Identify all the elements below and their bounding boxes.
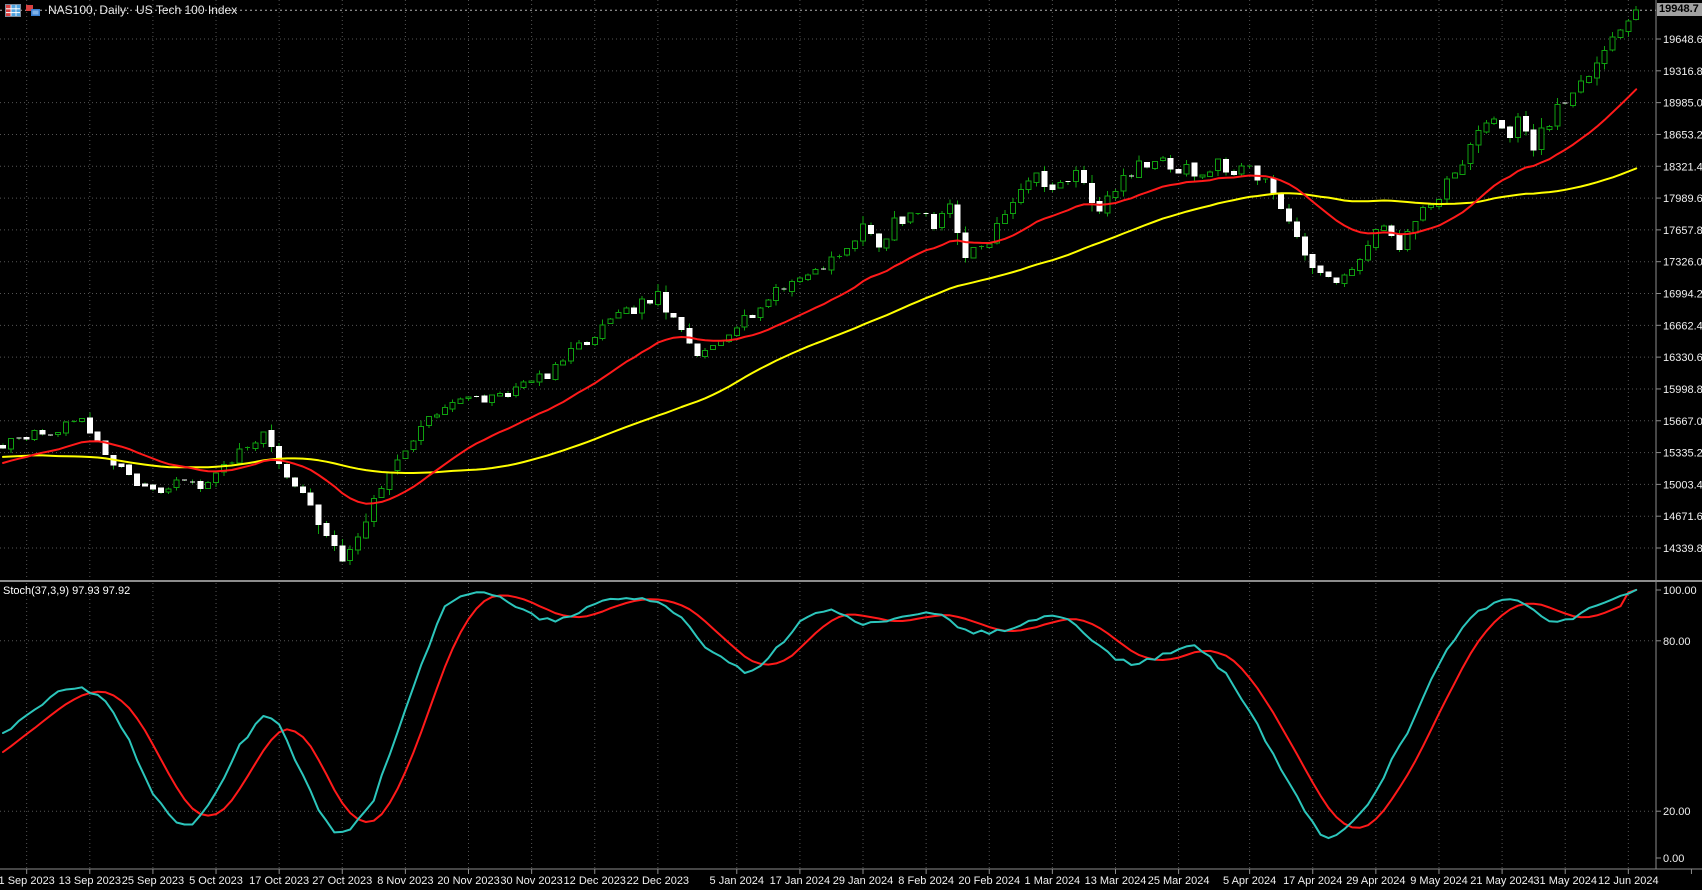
stochastic-indicator-label: Stoch(37,3,9) 97.93 97.92 bbox=[3, 585, 130, 597]
stoch-axis-label: 20.00 bbox=[1663, 806, 1691, 818]
date-axis-label: 8 Nov 2023 bbox=[377, 875, 433, 887]
price-axis-label: 15335.2 bbox=[1663, 448, 1702, 460]
date-axis-label: 1 Sep 2023 bbox=[0, 875, 55, 887]
date-axis-label: 12 Dec 2023 bbox=[564, 875, 626, 887]
stoch-axis-label: 100.00 bbox=[1663, 585, 1697, 597]
price-axis-label: 18321.4 bbox=[1663, 161, 1702, 173]
chart-title: NAS100, Daily: US Tech 100 Index bbox=[48, 3, 237, 17]
price-axis-label: 14671.6 bbox=[1663, 511, 1702, 523]
price-axis-label: 16994.2 bbox=[1663, 289, 1702, 301]
date-axis-label: 25 Mar 2024 bbox=[1148, 875, 1210, 887]
date-axis-label: 5 Apr 2024 bbox=[1223, 875, 1276, 887]
stochastic-signal-line bbox=[3, 590, 1636, 828]
price-axis[interactable]: 19648.6 19316.8 18985.0 18653.2 18321.4 17989… bbox=[1656, 34, 1702, 555]
stoch-axis-label: 80.00 bbox=[1663, 636, 1691, 648]
price-axis-label: 14339.8 bbox=[1663, 543, 1702, 555]
date-axis-label: 17 Oct 2023 bbox=[249, 875, 309, 887]
price-axis-label: 15998.8 bbox=[1663, 384, 1702, 396]
vertical-grid bbox=[27, 0, 1629, 868]
stoch-axis-label: 0.00 bbox=[1663, 853, 1684, 865]
date-axis-label: 25 Sep 2023 bbox=[122, 875, 184, 887]
current-price-box: 19948.7 bbox=[1657, 3, 1702, 16]
axis-frame bbox=[0, 0, 1702, 869]
date-axis-label: 22 Dec 2023 bbox=[627, 875, 689, 887]
price-axis-label: 15667.0 bbox=[1663, 416, 1702, 428]
price-axis-label: 17989.6 bbox=[1663, 193, 1702, 205]
date-axis-label: 5 Jan 2024 bbox=[710, 875, 764, 887]
date-axis-label: 13 Mar 2024 bbox=[1085, 875, 1147, 887]
date-axis-label: 20 Nov 2023 bbox=[437, 875, 499, 887]
chart-title-bar: NAS100, Daily: US Tech 100 Index bbox=[5, 2, 237, 18]
price-axis-label: 18985.0 bbox=[1663, 98, 1702, 110]
price-axis-label: 19648.6 bbox=[1663, 34, 1702, 46]
price-axis-label: 17326.0 bbox=[1663, 257, 1702, 269]
date-axis-label: 17 Jan 2024 bbox=[770, 875, 831, 887]
date-axis-label: 27 Oct 2023 bbox=[312, 875, 372, 887]
fast-ma-line bbox=[3, 89, 1636, 503]
price-axis-label: 16662.4 bbox=[1663, 320, 1702, 332]
date-axis-label: 31 May 2024 bbox=[1533, 875, 1597, 887]
date-axis-label: 1 Mar 2024 bbox=[1025, 875, 1081, 887]
date-axis-label: 9 May 2024 bbox=[1410, 875, 1467, 887]
date-axis-label: 13 Sep 2023 bbox=[59, 875, 121, 887]
date-axis-label: 29 Apr 2024 bbox=[1346, 875, 1405, 887]
main-pane-horizontal-grid bbox=[0, 39, 1656, 548]
chart-window-icon bbox=[25, 4, 41, 17]
date-axis-label: 17 Apr 2024 bbox=[1283, 875, 1342, 887]
price-axis-label: 18653.2 bbox=[1663, 129, 1702, 141]
date-axis-label: 21 May 2024 bbox=[1470, 875, 1534, 887]
pane-separator[interactable] bbox=[0, 580, 1702, 582]
price-axis-label: 19316.8 bbox=[1663, 66, 1702, 78]
quotes-grid-icon bbox=[5, 4, 21, 17]
date-axis-label: 12 Jun 2024 bbox=[1598, 875, 1659, 887]
stochastic-axis[interactable]: 100.00 80.00 20.00 0.00 bbox=[1656, 585, 1697, 865]
chart-canvas[interactable]: 19648.6 19316.8 18985.0 18653.2 18321.4 17989… bbox=[0, 0, 1702, 890]
date-axis-label: 8 Feb 2024 bbox=[898, 875, 954, 887]
stochastic-level-lines bbox=[0, 641, 1656, 811]
price-axis-label: 15003.4 bbox=[1663, 479, 1702, 491]
slow-ma-line bbox=[3, 168, 1636, 473]
price-axis-label: 17657.8 bbox=[1663, 225, 1702, 237]
price-axis-label: 16330.6 bbox=[1663, 352, 1702, 364]
date-axis[interactable]: 1 Sep 2023 13 Sep 202325 Sep 2023 5 Oct 20… bbox=[0, 869, 1691, 887]
date-axis-label: 5 Oct 2023 bbox=[189, 875, 243, 887]
candlesticks bbox=[1, 6, 1639, 565]
date-axis-label: 30 Nov 2023 bbox=[500, 875, 562, 887]
date-axis-label: 29 Jan 2024 bbox=[833, 875, 894, 887]
date-axis-label: 20 Feb 2024 bbox=[958, 875, 1020, 887]
chart-window: 19648.6 19316.8 18985.0 18653.2 18321.4 17989… bbox=[0, 0, 1702, 890]
